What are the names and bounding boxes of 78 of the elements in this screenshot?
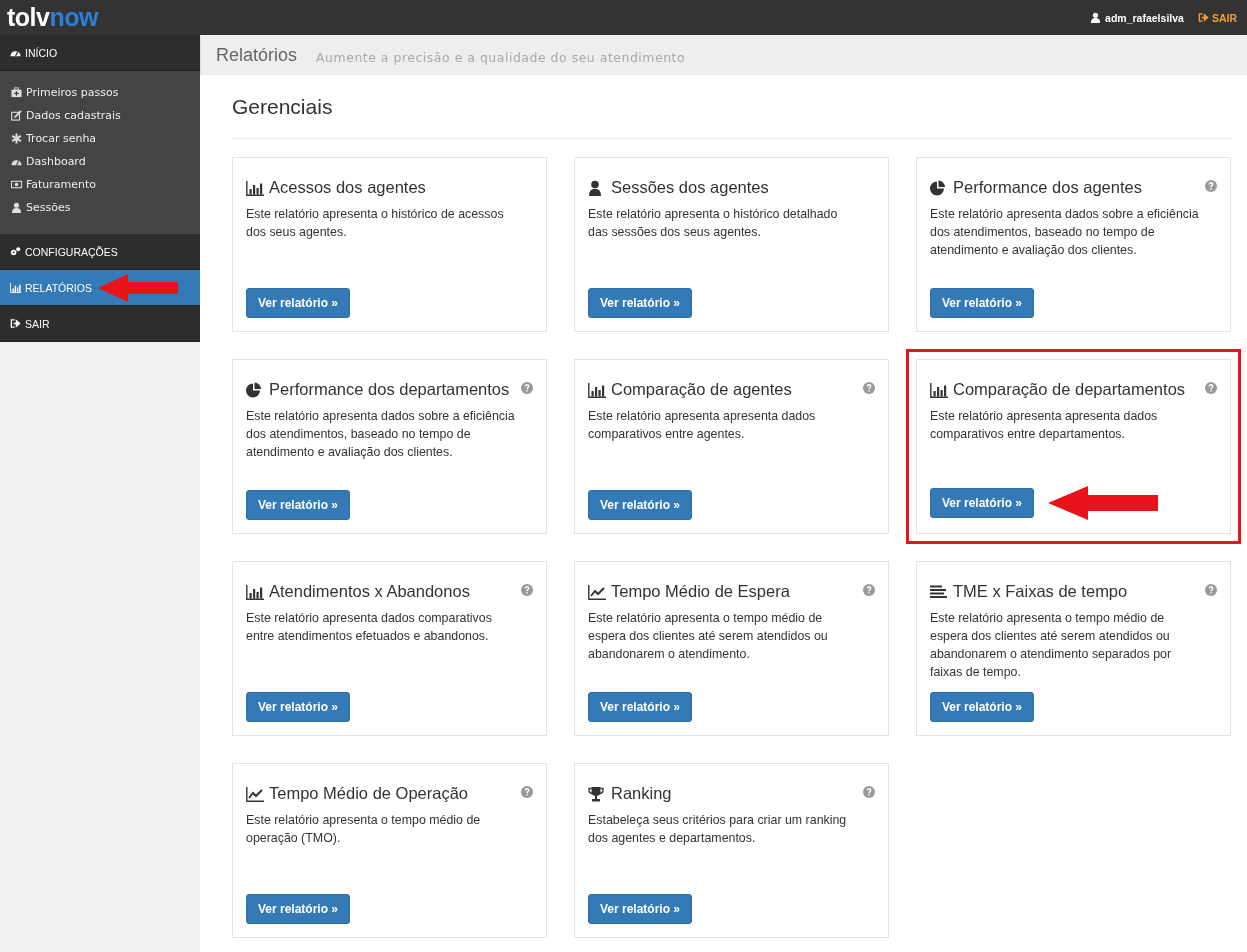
logout-icon bbox=[1197, 12, 1209, 23]
user-name[interactable]: adm_rafaelsilva bbox=[1105, 11, 1184, 24]
pie-chart-icon bbox=[246, 381, 264, 398]
logout-icon bbox=[10, 318, 21, 329]
sidebar-section[interactable]: CONFIGURAÇÕES bbox=[0, 234, 200, 270]
card-description: Este relatório apresenta apresenta dados comparativos entre agentes. bbox=[588, 408, 817, 443]
help-icon[interactable] bbox=[1205, 584, 1217, 596]
user-icon bbox=[1090, 12, 1102, 23]
card-title: Tempo Médio de Operação bbox=[269, 784, 470, 803]
card-title: Comparação de departamentos bbox=[953, 380, 1187, 399]
help-icon[interactable] bbox=[521, 786, 533, 798]
view-report-button[interactable]: Ver relatório » bbox=[588, 288, 693, 318]
card-description: Estabeleça seus critérios para criar um ranking dos agentes e departamentos. bbox=[588, 812, 848, 847]
sidebar-section[interactable]: SAIR bbox=[0, 306, 200, 342]
list-icon bbox=[930, 583, 948, 600]
view-report-button[interactable]: Ver relatório » bbox=[246, 692, 351, 722]
help-icon[interactable] bbox=[863, 584, 875, 596]
help-icon[interactable] bbox=[1205, 180, 1217, 192]
view-report-button[interactable]: Ver relatório » bbox=[588, 894, 693, 924]
card-title: Sessões dos agentes bbox=[611, 178, 770, 197]
card-title: Tempo Médio de Espera bbox=[611, 582, 791, 601]
logo[interactable]: tolvnow bbox=[7, 3, 98, 32]
logout-link[interactable]: SAIR bbox=[1197, 11, 1237, 24]
section-title: Gerenciais bbox=[232, 75, 1232, 139]
card-description: Este relatório apresenta o tempo médio de operação (TMO). bbox=[246, 812, 482, 847]
card-description: Este relatório apresenta o histórico de acessos dos seus agentes. bbox=[246, 206, 505, 241]
line-chart-icon bbox=[246, 785, 264, 802]
card-title: Atendimentos x Abandonos bbox=[269, 582, 471, 601]
user-icon bbox=[11, 202, 22, 213]
bar-chart-icon bbox=[10, 282, 21, 293]
sidebar-section[interactable]: INÍCIO bbox=[0, 35, 200, 71]
medkit-icon bbox=[11, 87, 22, 98]
sidebar-section[interactable]: RELATÓRIOS bbox=[0, 270, 200, 306]
settings-icon bbox=[10, 246, 21, 257]
help-icon[interactable] bbox=[521, 584, 533, 596]
view-report-button[interactable]: Ver relatório » bbox=[930, 488, 1035, 518]
money-icon bbox=[11, 179, 22, 190]
bar-chart-icon bbox=[246, 179, 264, 196]
sidebar-item[interactable]: Trocar senha bbox=[0, 127, 200, 150]
card-description: Este relatório apresenta dados sobre a eficiência dos atendimentos, baseado no tempo de atendimento e avaliação dos clientes. bbox=[930, 206, 1200, 259]
card-title: Acessos dos agentes bbox=[269, 178, 427, 197]
view-report-button[interactable]: Ver relatório » bbox=[246, 894, 351, 924]
card-title: Performance dos departamentos bbox=[269, 380, 511, 399]
sidebar-item[interactable]: Sessões bbox=[0, 196, 200, 219]
card-title: Ranking bbox=[611, 784, 673, 803]
view-report-button[interactable]: Ver relatório » bbox=[588, 490, 693, 520]
help-icon[interactable] bbox=[1205, 382, 1217, 394]
help-icon[interactable] bbox=[521, 382, 533, 394]
asterisk-icon bbox=[11, 133, 22, 144]
bar-chart-icon bbox=[930, 381, 948, 398]
line-chart-icon bbox=[588, 583, 606, 600]
pie-chart-icon bbox=[930, 179, 948, 196]
sidebar-item[interactable]: Primeiros passos bbox=[0, 81, 200, 104]
sidebar-item[interactable]: Faturamento bbox=[0, 173, 200, 196]
trophy-icon bbox=[588, 785, 606, 802]
card-description: Este relatório apresenta dados sobre a eficiência dos atendimentos, baseado no tempo de atendimento e avaliação dos clientes. bbox=[246, 408, 516, 461]
view-report-button[interactable]: Ver relatório » bbox=[930, 288, 1035, 318]
page-subtitle: Aumente a precisão e a qualidade do seu atendimento bbox=[316, 49, 686, 65]
card-description: Este relatório apresenta dados comparativos entre atendimentos efetuados e abandonos. bbox=[246, 610, 493, 645]
bar-chart-icon bbox=[246, 583, 264, 600]
edit-icon bbox=[11, 110, 22, 121]
help-icon[interactable] bbox=[863, 786, 875, 798]
view-report-button[interactable]: Ver relatório » bbox=[930, 692, 1035, 722]
sidebar-item[interactable]: Dashboard bbox=[0, 150, 200, 173]
card-description: Este relatório apresenta o tempo médio de espera dos clientes até serem atendidos ou abandonarem o atendimento separados por faixas de tempo. bbox=[930, 610, 1173, 681]
view-report-button[interactable]: Ver relatório » bbox=[588, 692, 693, 722]
view-report-button[interactable]: Ver relatório » bbox=[246, 288, 351, 318]
card-description: Este relatório apresenta apresenta dados comparativos entre departamentos. bbox=[930, 408, 1159, 443]
page-title: Relatórios bbox=[216, 44, 298, 66]
help-icon[interactable] bbox=[863, 382, 875, 394]
card-description: Este relatório apresenta o tempo médio de espera dos clientes até serem atendidos ou abandonarem o atendimento. bbox=[588, 610, 829, 663]
bar-chart-icon bbox=[588, 381, 606, 398]
card-description: Este relatório apresenta o histórico detalhado das sessões dos seus agentes. bbox=[588, 206, 839, 241]
sidebar-item[interactable]: Dados cadastrais bbox=[0, 104, 200, 127]
view-report-button[interactable]: Ver relatório » bbox=[246, 490, 351, 520]
card-title: Comparação de agentes bbox=[611, 380, 793, 399]
card-title: TME x Faixas de tempo bbox=[953, 582, 1129, 601]
card-title: Performance dos agentes bbox=[953, 178, 1143, 197]
